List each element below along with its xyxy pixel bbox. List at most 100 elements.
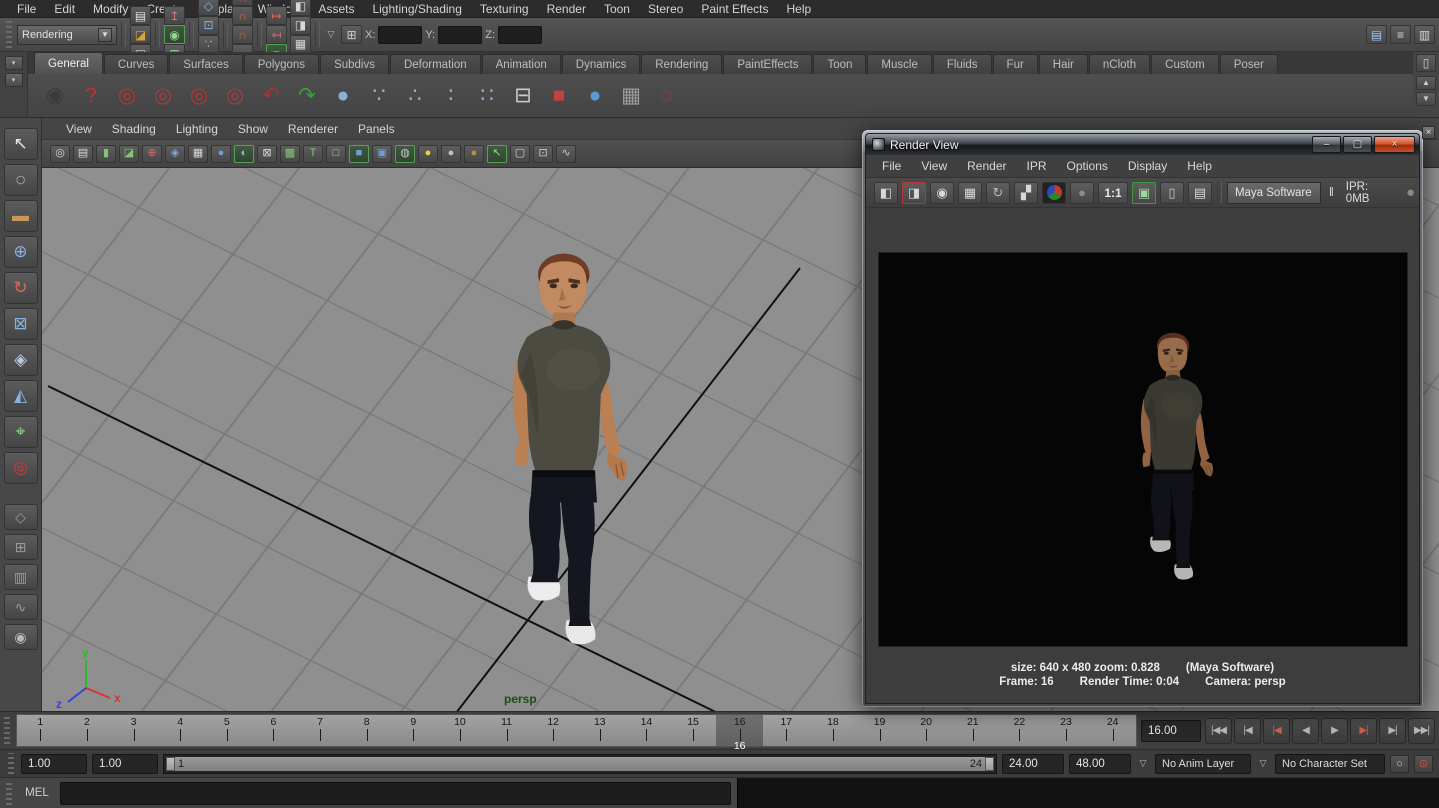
shelf-tab[interactable]: Surfaces xyxy=(169,54,242,74)
hypergraph-layout-button[interactable]: ◉ xyxy=(4,624,38,650)
delete-object-icon[interactable]: ● xyxy=(328,81,358,111)
use-all-lights-icon[interactable]: ● xyxy=(418,145,438,163)
help-question-icon[interactable]: ? xyxy=(76,81,106,111)
pause-ipr-icon[interactable]: ‖ xyxy=(1325,187,1338,199)
range-bar[interactable]: 1 24 xyxy=(166,757,994,771)
time-slider-grip[interactable] xyxy=(4,717,10,744)
alpha-channel-icon[interactable]: ● xyxy=(1070,182,1094,204)
menu-item[interactable]: Help xyxy=(778,2,821,16)
select-tool[interactable]: ↖ xyxy=(4,128,38,160)
input-field-selector-icon[interactable]: ▽ xyxy=(324,29,338,40)
coordinate-target-icon[interactable]: ⊞ xyxy=(341,25,362,44)
menu-item[interactable]: Render xyxy=(538,2,595,16)
single-pane-layout-button[interactable]: ◇ xyxy=(4,504,38,530)
open-render-settings-icon[interactable]: ▤ xyxy=(1188,182,1212,204)
refresh-ipr-icon[interactable]: ↻ xyxy=(986,182,1010,204)
menu-item[interactable]: Toon xyxy=(595,2,639,16)
chevron-down-icon[interactable]: ▽ xyxy=(1136,758,1150,769)
shelf-tab[interactable]: Poser xyxy=(1220,54,1278,74)
set-key-icon[interactable]: ○ xyxy=(1390,755,1409,773)
coordinate-input[interactable] xyxy=(378,26,422,44)
bounding-box-icon[interactable]: ▣ xyxy=(372,145,392,163)
frame-cell[interactable]: 5 xyxy=(204,715,251,746)
shelf-trash-icon[interactable]: ▯ xyxy=(1416,54,1436,72)
minimize-button[interactable]: – xyxy=(1312,136,1341,153)
paint-selection-tool[interactable]: ▬ xyxy=(4,200,38,232)
bookmark-icon[interactable]: ▮ xyxy=(96,145,116,163)
panel-menu-item[interactable]: View xyxy=(56,122,102,136)
default-light-icon[interactable]: ● xyxy=(441,145,461,163)
frame-cell[interactable]: 1 xyxy=(17,715,64,746)
renderer-selector[interactable]: Maya Software xyxy=(1227,182,1321,204)
render-view-menu-item[interactable]: Render xyxy=(957,159,1016,173)
play-forwards-button[interactable]: ▶ xyxy=(1321,718,1348,744)
shelf-tab[interactable]: Animation xyxy=(482,54,561,74)
render-view-menu-item[interactable]: File xyxy=(872,159,911,173)
range-end-handle[interactable] xyxy=(985,757,994,771)
shelf-tab[interactable]: Polygons xyxy=(244,54,319,74)
go-to-end-button[interactable]: ▶▶| xyxy=(1408,718,1435,744)
joint-chain-icon[interactable]: ∵ xyxy=(364,81,394,111)
close-icon[interactable]: × xyxy=(1422,126,1435,139)
shelf-tab[interactable]: Curves xyxy=(104,54,168,74)
shelf-tab[interactable]: Fluids xyxy=(933,54,992,74)
ambient-light-icon[interactable]: ● xyxy=(464,145,484,163)
go-to-start-button[interactable]: |◀◀ xyxy=(1205,718,1232,744)
auto-keyframe-icon[interactable]: ⊙ xyxy=(1414,755,1433,773)
render-view-menu-item[interactable]: View xyxy=(911,159,957,173)
frame-cell[interactable]: 7 xyxy=(297,715,344,746)
frame-cell[interactable]: 12 xyxy=(530,715,577,746)
frame-cell[interactable]: 23 xyxy=(1043,715,1090,746)
panel-menu-item[interactable]: Show xyxy=(228,122,278,136)
tool-settings-toggle-icon[interactable]: ≡ xyxy=(1390,25,1411,44)
shelf-tab[interactable]: Toon xyxy=(813,54,866,74)
safe-title-icon[interactable]: T xyxy=(303,145,323,163)
history-input-icon[interactable]: ↦ xyxy=(266,6,287,25)
smooth-shade-icon[interactable]: ■ xyxy=(349,145,369,163)
lasso-select-tool[interactable]: ◌ xyxy=(4,164,38,196)
open-render-view-icon[interactable]: ◧ xyxy=(290,0,311,16)
remove-image-icon[interactable]: ▯ xyxy=(1160,182,1184,204)
shelf-tab[interactable]: nCloth xyxy=(1089,54,1150,74)
scene-browser-icon[interactable]: ◉ xyxy=(40,81,70,111)
ipr-render-icon[interactable]: ▦ xyxy=(290,35,311,54)
region-render-icon[interactable]: ▞ xyxy=(1014,182,1038,204)
play-backwards-button[interactable]: ◀ xyxy=(1292,718,1319,744)
isolate-view-icon[interactable]: ⊡ xyxy=(533,145,553,163)
panel-menu-item[interactable]: Shading xyxy=(102,122,166,136)
panel-menu-item[interactable]: Lighting xyxy=(166,122,228,136)
frame-cell[interactable]: 6 xyxy=(250,715,297,746)
frame-cell[interactable]: 8 xyxy=(343,715,390,746)
anim-layer-field[interactable]: No Anim Layer xyxy=(1155,754,1251,774)
image-plane-icon[interactable]: ◪ xyxy=(119,145,139,163)
frame-cell[interactable]: 3 xyxy=(110,715,157,746)
shelf-tab[interactable]: Fur xyxy=(993,54,1038,74)
select-red-cube-icon[interactable]: ■ xyxy=(544,81,574,111)
joint-pair-icon[interactable]: ∷ xyxy=(472,81,502,111)
2d-pan-zoom-icon[interactable]: ⊕ xyxy=(142,145,162,163)
render-view-menu-item[interactable]: IPR xyxy=(1017,159,1057,173)
menu-item[interactable]: Lighting/Shading xyxy=(363,2,470,16)
graph-persp-layout-button[interactable]: ∿ xyxy=(4,594,38,620)
move-tool[interactable]: ⊕ xyxy=(4,236,38,268)
command-line-grip[interactable] xyxy=(6,781,12,805)
menu-item[interactable]: Paint Effects xyxy=(692,2,777,16)
select-hierarchy-icon[interactable]: ↥ xyxy=(164,6,185,25)
gate-mask-icon[interactable]: ◐ xyxy=(234,145,254,163)
frame-cell[interactable]: 10 xyxy=(437,715,484,746)
shelf-tab[interactable]: Dynamics xyxy=(562,54,640,74)
playback-start-field[interactable]: 1.00 xyxy=(92,754,158,774)
rotate-tool[interactable]: ↻ xyxy=(4,272,38,304)
film-gate-icon[interactable]: ▦ xyxy=(188,145,208,163)
undo-icon[interactable]: ↶ xyxy=(256,81,286,111)
universal-manipulator-tool[interactable]: ◈ xyxy=(4,344,38,376)
render-view-titlebar[interactable]: Render View –▢× xyxy=(865,133,1420,155)
keep-image-icon[interactable]: ▣ xyxy=(1132,182,1156,204)
snapshot-icon[interactable]: ◉ xyxy=(930,182,954,204)
redo-previous-render-icon[interactable]: ◨ xyxy=(902,182,926,204)
close-button[interactable]: × xyxy=(1374,136,1415,153)
field-chart-icon[interactable]: ⊠ xyxy=(257,145,277,163)
camera-orbit-icon[interactable]: ◎ xyxy=(112,81,142,111)
one-to-one-icon[interactable]: 1:1 xyxy=(1098,182,1128,204)
textured-icon[interactable]: ◍ xyxy=(395,145,415,163)
